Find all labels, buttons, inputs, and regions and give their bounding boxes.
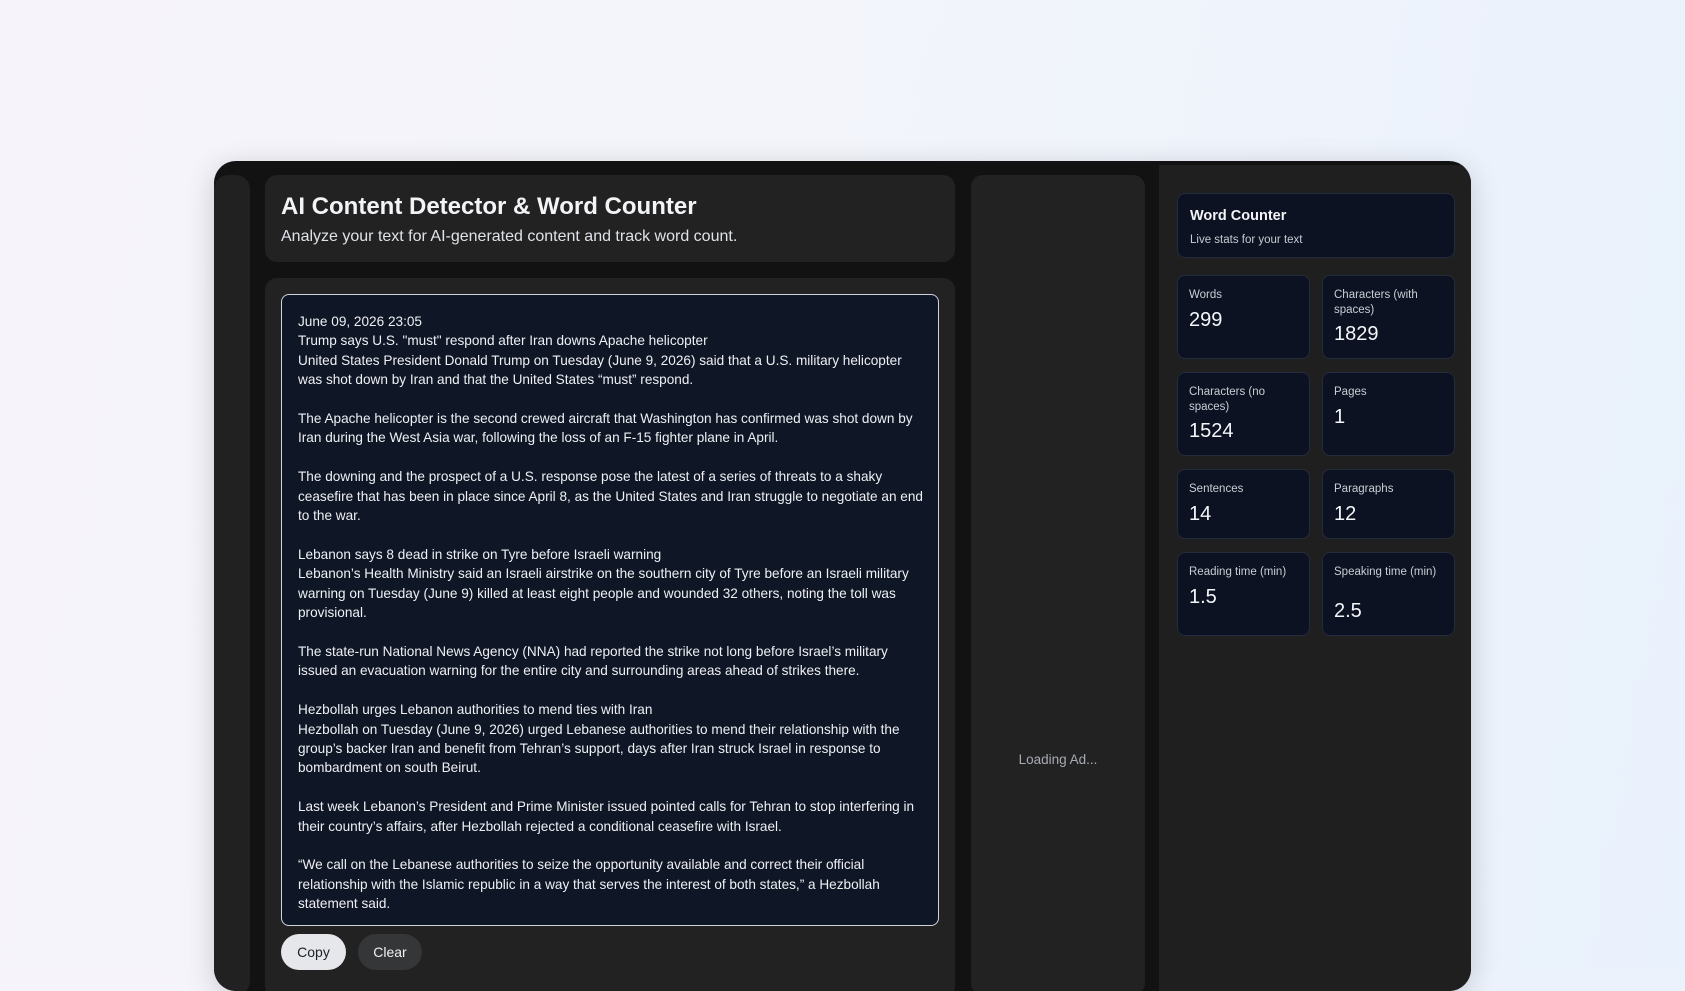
copy-button[interactable]: Copy (281, 934, 346, 970)
editor-text[interactable]: June 09, 2026 23:05 Trump says U.S. "mus… (298, 312, 924, 914)
stat-label: Speaking time (min) (1334, 566, 1437, 578)
left-sidebar-strip (214, 175, 250, 991)
stat-label: Reading time (min) (1189, 566, 1287, 578)
stat-card-characters-with-spaces: Characters (with spaces) 1829 (1322, 275, 1455, 359)
page-title: AI Content Detector & Word Counter (281, 193, 697, 220)
stat-value: 1 (1334, 406, 1346, 428)
stat-label: Paragraphs (1334, 483, 1394, 495)
page-subtitle: Analyze your text for AI-generated conte… (281, 228, 738, 245)
stat-card-sentences: Sentences 14 (1177, 469, 1310, 539)
stat-card-characters-no-spaces: Characters (no spaces) 1524 (1177, 372, 1310, 456)
stat-card-speaking-time: Speaking time (min) 2.5 (1322, 552, 1455, 636)
stat-value: 12 (1334, 503, 1357, 525)
word-counter-sidebar: Word Counter Live stats for your text Wo… (1159, 165, 1471, 991)
stat-value: 1.5 (1189, 586, 1217, 608)
stat-value: 299 (1189, 309, 1223, 331)
text-input-area[interactable]: June 09, 2026 23:05 Trump says U.S. "mus… (281, 294, 939, 926)
ad-panel: Loading Ad... (971, 175, 1145, 991)
stat-card-pages: Pages 1 (1322, 372, 1455, 456)
stat-value: 14 (1189, 503, 1212, 525)
stat-label: Pages (1334, 386, 1367, 398)
stat-label: Words (1189, 289, 1223, 301)
stat-value: 1829 (1334, 323, 1379, 345)
word-counter-subtitle: Live stats for your text (1190, 234, 1303, 246)
ad-loading-text: Loading Ad... (1018, 752, 1098, 767)
stat-value: 2.5 (1334, 600, 1362, 622)
stat-card-paragraphs: Paragraphs 12 (1322, 469, 1455, 539)
clear-button[interactable]: Clear (358, 934, 422, 970)
header-card: AI Content Detector & Word Counter Analy… (265, 175, 955, 262)
app-window: AI Content Detector & Word Counter Analy… (214, 161, 1471, 991)
stat-card-reading-time: Reading time (min) 1.5 (1177, 552, 1310, 636)
word-counter-title: Word Counter (1190, 208, 1287, 224)
word-counter-header: Word Counter Live stats for your text (1177, 193, 1455, 258)
stat-label: Characters (no spaces) (1189, 386, 1266, 413)
editor-card: June 09, 2026 23:05 Trump says U.S. "mus… (265, 278, 955, 991)
stat-card-words: Words 299 (1177, 275, 1310, 359)
stat-label: Characters (with spaces) (1334, 289, 1418, 316)
stat-value: 1524 (1189, 420, 1234, 442)
stat-label: Sentences (1189, 483, 1244, 495)
